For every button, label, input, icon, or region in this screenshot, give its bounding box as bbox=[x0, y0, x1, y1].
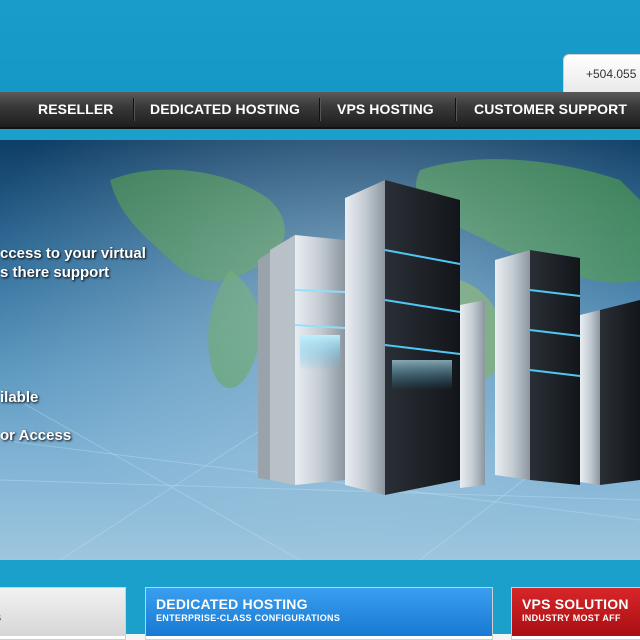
panel-shared-hosting[interactable]: S bbox=[0, 587, 126, 640]
phone-number: +504.055 bbox=[586, 67, 637, 81]
panel-title: VPS SOLUTION bbox=[522, 596, 629, 612]
panel-header: S bbox=[0, 588, 125, 636]
banner-line: ccess to your virtual bbox=[0, 245, 146, 262]
nav-separator bbox=[133, 98, 134, 121]
nav-item-dedicated-hosting[interactable]: DEDICATED HOSTING bbox=[150, 92, 300, 127]
nav-item-customer-support[interactable]: CUSTOMER SUPPORT bbox=[474, 92, 627, 127]
panel-subtitle: INDUSTRY MOST AFF bbox=[522, 613, 621, 623]
nav-separator bbox=[455, 98, 456, 121]
nav-separator bbox=[319, 98, 320, 121]
banner-line: s there support bbox=[0, 264, 110, 281]
panel-header: VPS SOLUTION INDUSTRY MOST AFF bbox=[512, 588, 640, 636]
top-header bbox=[0, 0, 640, 92]
panel-dedicated-hosting[interactable]: DEDICATED HOSTING ENTERPRISE-CLASS CONFI… bbox=[145, 587, 493, 640]
panel-subtitle: ENTERPRISE-CLASS CONFIGURATIONS bbox=[156, 613, 341, 623]
main-navigation: RESELLER DEDICATED HOSTING VPS HOSTING C… bbox=[0, 92, 640, 129]
panel-vps-solution[interactable]: VPS SOLUTION INDUSTRY MOST AFF bbox=[511, 587, 640, 640]
panel-subtitle: S bbox=[0, 613, 1, 623]
banner-line: ilable bbox=[0, 389, 39, 406]
nav-item-vps-hosting[interactable]: VPS HOSTING bbox=[337, 92, 434, 127]
hero-banner[interactable]: ccess to your virtual s there support il… bbox=[0, 140, 640, 560]
panel-title: DEDICATED HOSTING bbox=[156, 596, 308, 612]
panel-header: DEDICATED HOSTING ENTERPRISE-CLASS CONFI… bbox=[146, 588, 492, 636]
banner-line: or Access bbox=[0, 427, 72, 444]
nav-item-reseller[interactable]: RESELLER bbox=[38, 92, 113, 127]
server-illustration bbox=[0, 140, 640, 560]
phone-number-tab[interactable]: +504.055 bbox=[563, 54, 640, 94]
